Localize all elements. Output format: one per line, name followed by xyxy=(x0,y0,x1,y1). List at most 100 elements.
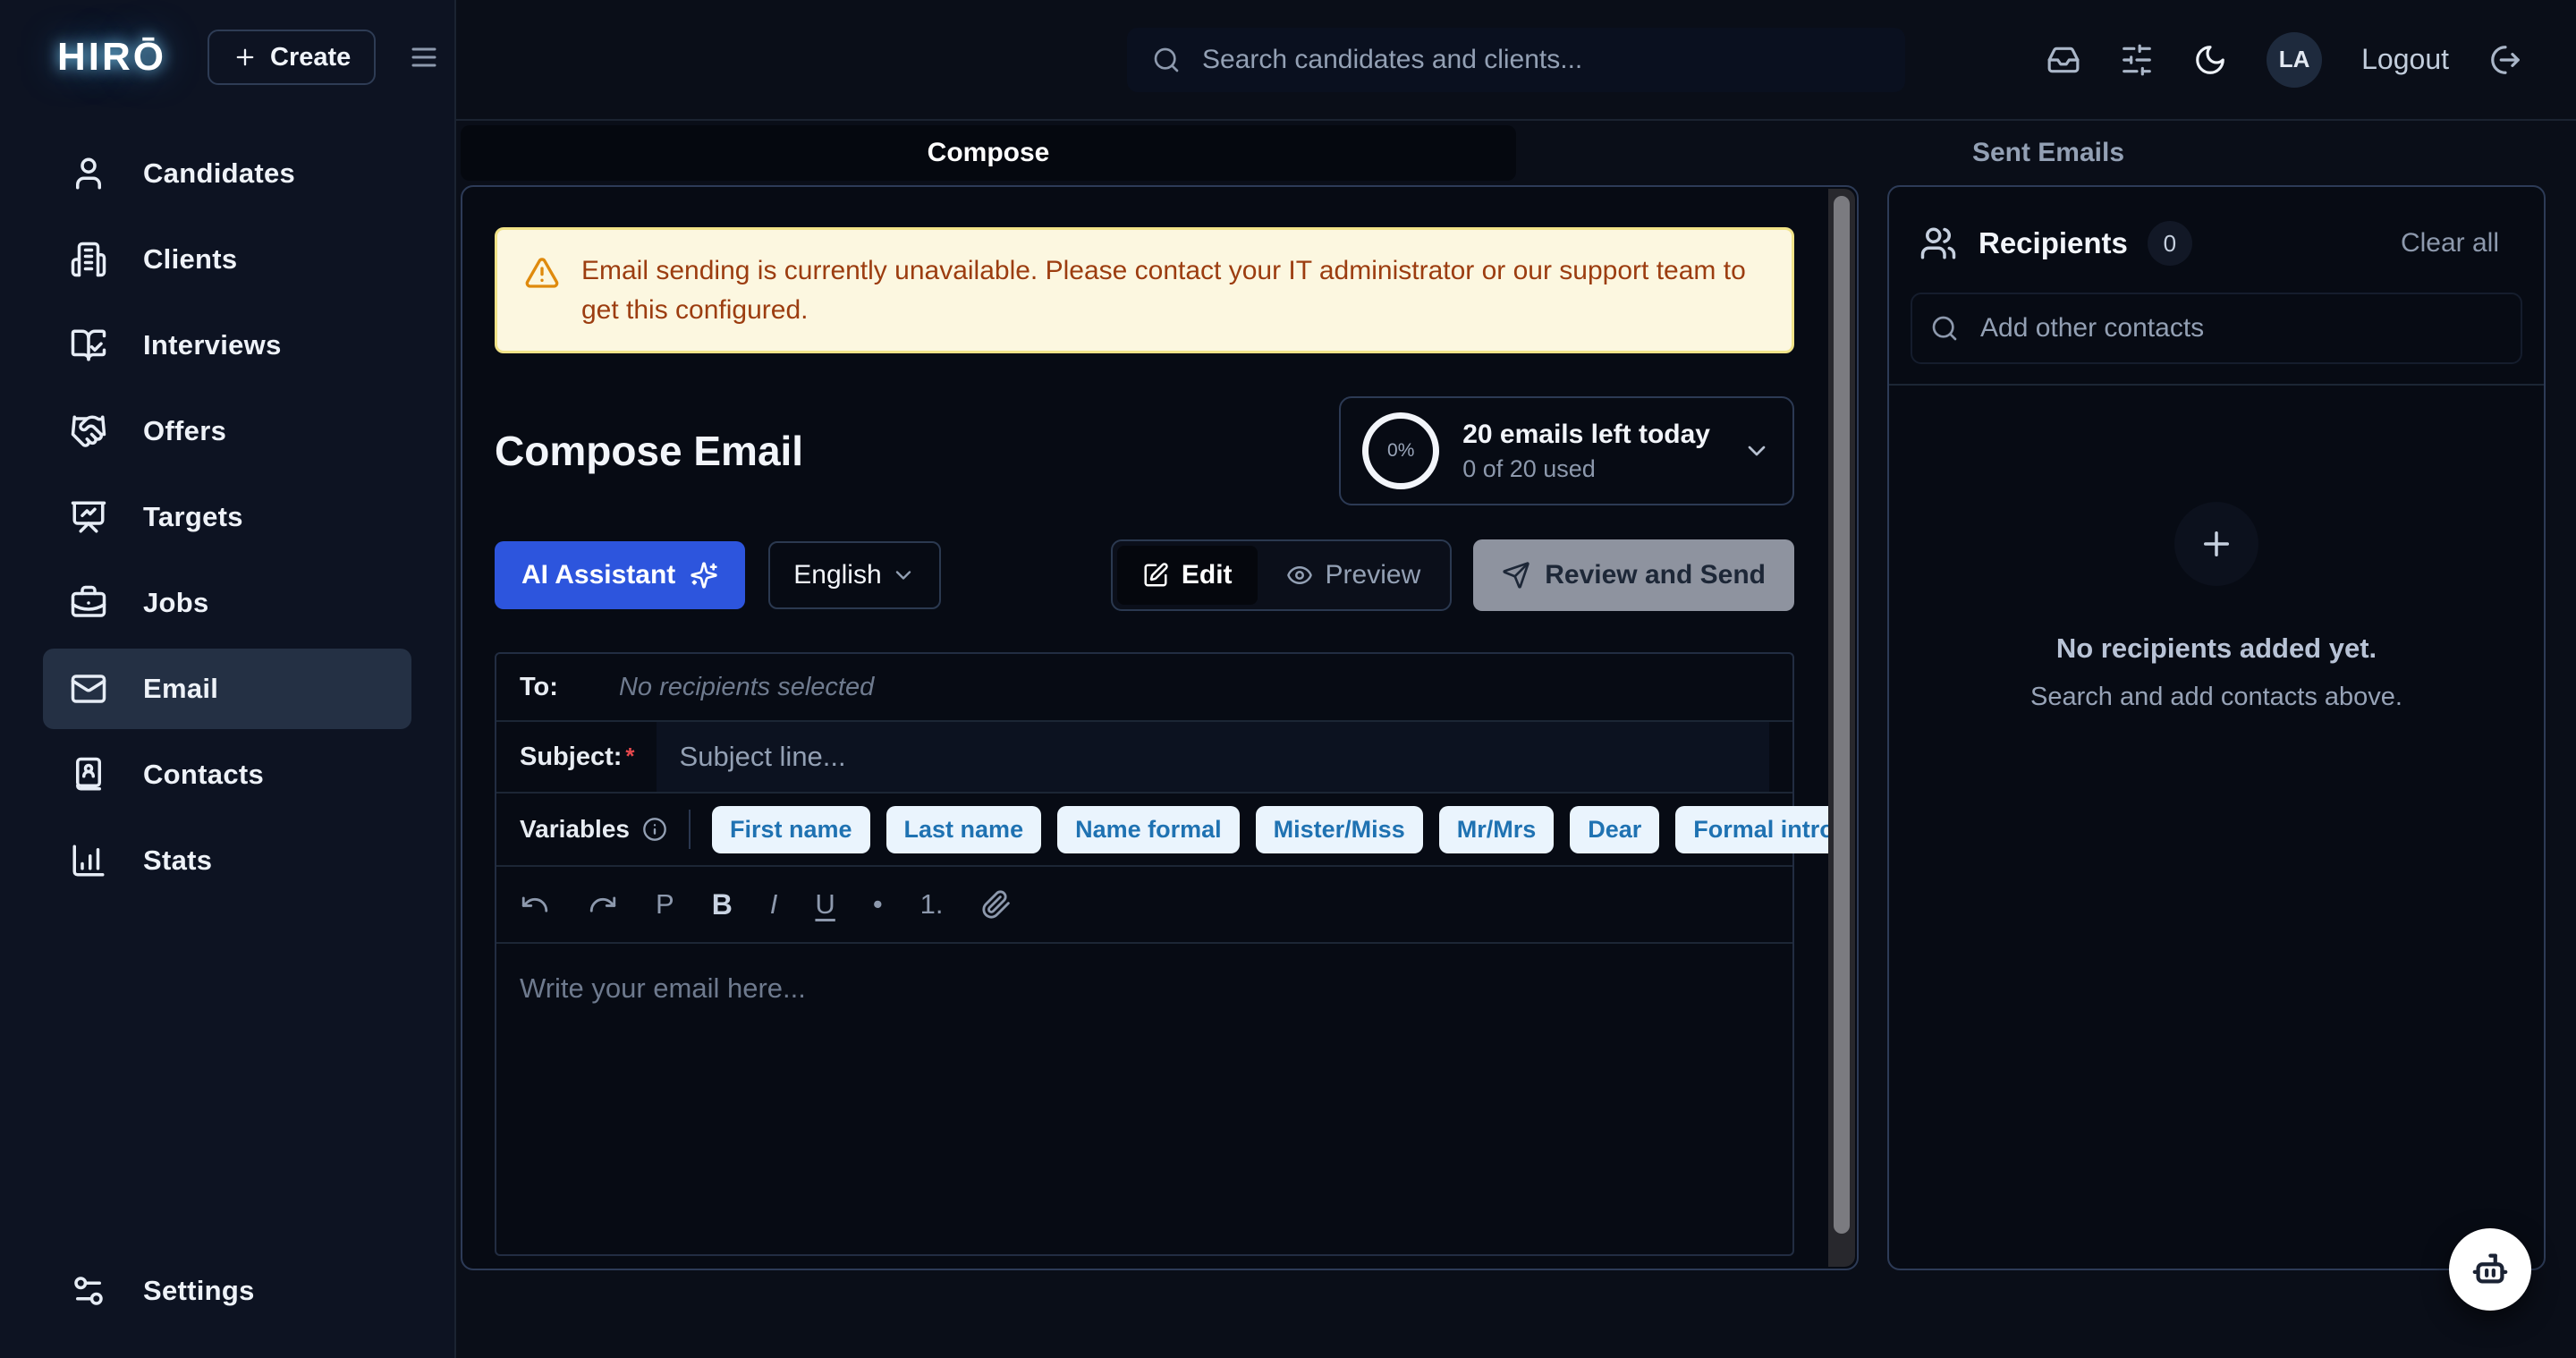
subject-input[interactable] xyxy=(678,740,1748,774)
logout-button[interactable] xyxy=(2488,43,2522,77)
undo-button[interactable] xyxy=(520,889,550,920)
briefcase-icon xyxy=(70,584,107,622)
sidebar-item-jobs[interactable]: Jobs xyxy=(43,563,411,643)
sidebar-item-offers[interactable]: Offers xyxy=(43,391,411,471)
plus-icon xyxy=(233,45,258,70)
global-search[interactable] xyxy=(1127,28,1905,92)
sidebar-item-stats[interactable]: Stats xyxy=(43,820,411,901)
variable-chip-name-formal[interactable]: Name formal xyxy=(1057,806,1240,853)
attachment-button[interactable] xyxy=(981,889,1012,920)
variable-chip-mister-miss[interactable]: Mister/Miss xyxy=(1256,806,1423,853)
email-body-editor[interactable]: Write your email here... xyxy=(496,944,1792,1254)
compose-form: To: No recipients selected Subject:* Var… xyxy=(495,652,1794,1256)
handshake-icon xyxy=(70,412,107,450)
review-and-send-label: Review and Send xyxy=(1545,560,1766,590)
sidebar-item-label: Candidates xyxy=(143,157,295,190)
theme-toggle-button[interactable] xyxy=(2193,43,2227,77)
sidebar-item-candidates[interactable]: Candidates xyxy=(43,133,411,214)
recipients-search-input[interactable] xyxy=(1979,312,2503,344)
to-label: To: xyxy=(520,673,558,702)
quota-text: 20 emails left today 0 of 20 used xyxy=(1462,420,1710,483)
sidebar-item-targets[interactable]: Targets xyxy=(43,477,411,557)
paperclip-icon xyxy=(981,889,1012,920)
sidebar-item-email[interactable]: Email xyxy=(43,649,411,729)
scrollbar-thumb[interactable] xyxy=(1834,196,1850,1234)
to-row[interactable]: To: No recipients selected xyxy=(496,654,1792,722)
review-and-send-button[interactable]: Review and Send xyxy=(1473,539,1794,611)
building-icon xyxy=(70,241,107,278)
language-select[interactable]: English xyxy=(768,541,940,609)
bullet-list-button[interactable]: • xyxy=(873,888,883,921)
quota-progress-ring: 0% xyxy=(1362,412,1439,489)
sidebar-item-label: Contacts xyxy=(143,759,264,791)
variable-chip-formal-intro[interactable]: Formal intro xyxy=(1675,806,1852,853)
numbered-list-button[interactable]: 1. xyxy=(920,888,944,921)
sidebar-item-clients[interactable]: Clients xyxy=(43,219,411,300)
tab-sent-emails[interactable]: Sent Emails xyxy=(1521,121,2576,185)
inbox-icon xyxy=(2046,43,2080,77)
redo-button[interactable] xyxy=(588,889,618,920)
moon-icon xyxy=(2193,43,2227,77)
bold-button[interactable]: B xyxy=(712,888,733,921)
avatar[interactable]: LA xyxy=(2267,32,2322,88)
italic-button[interactable]: I xyxy=(770,888,778,921)
hamburger-icon xyxy=(408,41,440,73)
language-label: English xyxy=(793,560,881,590)
compose-scrollbar[interactable] xyxy=(1828,189,1855,1267)
create-button[interactable]: Create xyxy=(208,30,376,85)
logout-icon xyxy=(2488,43,2522,77)
sidebar-collapse-button[interactable] xyxy=(408,41,440,73)
quota-subtitle: 0 of 20 used xyxy=(1462,455,1710,483)
sidebar-item-label: Settings xyxy=(143,1275,255,1307)
info-icon[interactable] xyxy=(642,817,667,842)
warning-triangle-icon xyxy=(524,255,560,291)
sidebar-item-settings[interactable]: Settings xyxy=(43,1251,411,1331)
tab-compose[interactable]: Compose xyxy=(461,125,1516,181)
warning-text: Email sending is currently unavailable. … xyxy=(581,251,1765,329)
clear-all-button[interactable]: Clear all xyxy=(2395,227,2504,259)
user-icon xyxy=(70,155,107,192)
inbox-button[interactable] xyxy=(2046,43,2080,77)
recipients-search[interactable] xyxy=(1911,293,2522,364)
variable-chips: First name Last name Name formal Mister/… xyxy=(712,806,1852,853)
recipients-panel: Recipients 0 Clear all No recipients add… xyxy=(1887,185,2546,1270)
app-logo: HIRŌ xyxy=(57,35,166,80)
empty-state-title: No recipients added yet. xyxy=(2056,632,2377,665)
robot-icon xyxy=(2470,1249,2511,1290)
variable-chip-mr-mrs[interactable]: Mr/Mrs xyxy=(1439,806,1555,853)
underline-button[interactable]: U xyxy=(815,888,835,921)
content-area: Email sending is currently unavailable. … xyxy=(456,185,2576,1358)
sidebar-item-interviews[interactable]: Interviews xyxy=(43,305,411,386)
sidebar-item-label: Interviews xyxy=(143,329,282,361)
logout-label[interactable]: Logout xyxy=(2361,43,2449,76)
vertical-divider xyxy=(689,810,691,849)
edit-mode-label: Edit xyxy=(1182,560,1233,590)
variable-chip-last-name[interactable]: Last name xyxy=(886,806,1042,853)
global-search-input[interactable] xyxy=(1200,44,1880,76)
paragraph-button[interactable]: P xyxy=(656,888,674,921)
square-pen-icon xyxy=(1142,562,1169,589)
to-value: No recipients selected xyxy=(619,673,874,702)
add-recipient-button[interactable] xyxy=(2174,502,2258,586)
send-icon xyxy=(1502,561,1530,590)
empty-state-subtitle: Search and add contacts above. xyxy=(2030,683,2402,712)
sidebar-item-label: Targets xyxy=(143,501,243,533)
variable-chip-dear[interactable]: Dear xyxy=(1570,806,1659,853)
subject-row: Subject:* xyxy=(496,722,1792,794)
main-area: LA Logout Compose Sent Emails xyxy=(456,0,2576,1358)
create-button-label: Create xyxy=(270,43,351,72)
sidebar-item-contacts[interactable]: Contacts xyxy=(43,734,411,815)
filters-button[interactable] xyxy=(2120,43,2154,77)
preview-mode-button[interactable]: Preview xyxy=(1261,546,1446,605)
plus-icon xyxy=(2198,525,2235,563)
ai-assistant-button[interactable]: AI Assistant xyxy=(495,541,745,609)
topbar-actions: LA Logout xyxy=(2046,32,2576,88)
contact-book-icon xyxy=(70,756,107,794)
page-title: Compose Email xyxy=(495,427,803,475)
variable-chip-first-name[interactable]: First name xyxy=(712,806,870,853)
compose-body: Email sending is currently unavailable. … xyxy=(462,187,1857,1269)
email-quota-widget[interactable]: 0% 20 emails left today 0 of 20 used xyxy=(1339,396,1794,505)
assistant-fab-button[interactable] xyxy=(2449,1228,2531,1311)
mail-icon xyxy=(70,670,107,708)
edit-mode-button[interactable]: Edit xyxy=(1117,546,1258,605)
